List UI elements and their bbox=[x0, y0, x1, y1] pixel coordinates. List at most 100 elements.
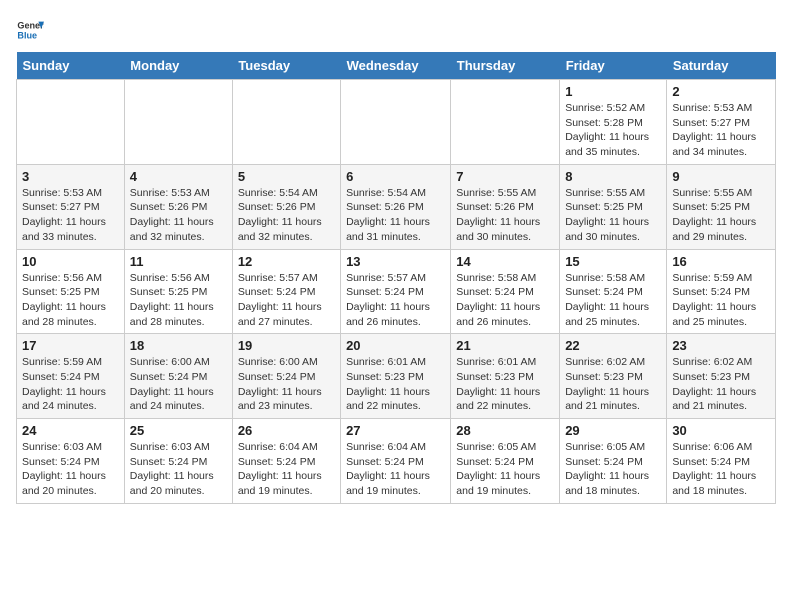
day-number: 16 bbox=[672, 254, 770, 269]
day-info: Sunrise: 5:53 AM Sunset: 5:27 PM Dayligh… bbox=[672, 101, 770, 160]
day-info: Sunrise: 6:06 AM Sunset: 5:24 PM Dayligh… bbox=[672, 440, 770, 499]
day-number: 9 bbox=[672, 169, 770, 184]
day-info: Sunrise: 6:05 AM Sunset: 5:24 PM Dayligh… bbox=[456, 440, 554, 499]
day-info: Sunrise: 5:54 AM Sunset: 5:26 PM Dayligh… bbox=[238, 186, 335, 245]
calendar-cell: 27 Sunrise: 6:04 AM Sunset: 5:24 PM Dayli… bbox=[341, 419, 451, 504]
day-number: 13 bbox=[346, 254, 445, 269]
day-info: Sunrise: 5:55 AM Sunset: 5:25 PM Dayligh… bbox=[672, 186, 770, 245]
day-info: Sunrise: 5:59 AM Sunset: 5:24 PM Dayligh… bbox=[22, 355, 119, 414]
day-info: Sunrise: 6:04 AM Sunset: 5:24 PM Dayligh… bbox=[346, 440, 445, 499]
col-header-sunday: Sunday bbox=[17, 52, 125, 80]
col-header-tuesday: Tuesday bbox=[232, 52, 340, 80]
calendar-cell: 8 Sunrise: 5:55 AM Sunset: 5:25 PM Daylig… bbox=[560, 164, 667, 249]
day-info: Sunrise: 5:57 AM Sunset: 5:24 PM Dayligh… bbox=[238, 271, 335, 330]
day-info: Sunrise: 6:03 AM Sunset: 5:24 PM Dayligh… bbox=[130, 440, 227, 499]
calendar-header-row: SundayMondayTuesdayWednesdayThursdayFrid… bbox=[17, 52, 776, 80]
day-info: Sunrise: 5:53 AM Sunset: 5:26 PM Dayligh… bbox=[130, 186, 227, 245]
day-info: Sunrise: 5:54 AM Sunset: 5:26 PM Dayligh… bbox=[346, 186, 445, 245]
day-number: 4 bbox=[130, 169, 227, 184]
calendar-cell: 16 Sunrise: 5:59 AM Sunset: 5:24 PM Dayli… bbox=[667, 249, 776, 334]
day-number: 25 bbox=[130, 423, 227, 438]
day-number: 28 bbox=[456, 423, 554, 438]
calendar-cell: 24 Sunrise: 6:03 AM Sunset: 5:24 PM Dayli… bbox=[17, 419, 125, 504]
day-info: Sunrise: 5:53 AM Sunset: 5:27 PM Dayligh… bbox=[22, 186, 119, 245]
calendar-cell: 26 Sunrise: 6:04 AM Sunset: 5:24 PM Dayli… bbox=[232, 419, 340, 504]
day-info: Sunrise: 6:02 AM Sunset: 5:23 PM Dayligh… bbox=[672, 355, 770, 414]
day-info: Sunrise: 5:55 AM Sunset: 5:26 PM Dayligh… bbox=[456, 186, 554, 245]
day-info: Sunrise: 5:56 AM Sunset: 5:25 PM Dayligh… bbox=[22, 271, 119, 330]
day-number: 24 bbox=[22, 423, 119, 438]
day-number: 29 bbox=[565, 423, 661, 438]
calendar-cell: 5 Sunrise: 5:54 AM Sunset: 5:26 PM Daylig… bbox=[232, 164, 340, 249]
calendar-cell: 11 Sunrise: 5:56 AM Sunset: 5:25 PM Dayli… bbox=[124, 249, 232, 334]
day-number: 23 bbox=[672, 338, 770, 353]
day-number: 3 bbox=[22, 169, 119, 184]
calendar-cell: 28 Sunrise: 6:05 AM Sunset: 5:24 PM Dayli… bbox=[451, 419, 560, 504]
calendar-week-3: 10Sunrise: 5:56 AM Sunset: 5:25 PM Dayli… bbox=[17, 249, 776, 334]
calendar-cell: 19Sunrise: 6:00 AM Sunset: 5:24 PM Dayli… bbox=[232, 334, 340, 419]
calendar-cell: 3 Sunrise: 5:53 AM Sunset: 5:27 PM Daylig… bbox=[17, 164, 125, 249]
svg-text:Blue: Blue bbox=[17, 30, 37, 40]
calendar-cell: 22Sunrise: 6:02 AM Sunset: 5:23 PM Dayli… bbox=[560, 334, 667, 419]
day-info: Sunrise: 5:56 AM Sunset: 5:25 PM Dayligh… bbox=[130, 271, 227, 330]
day-info: Sunrise: 5:59 AM Sunset: 5:24 PM Dayligh… bbox=[672, 271, 770, 330]
day-number: 20 bbox=[346, 338, 445, 353]
calendar-cell: 29Sunrise: 6:05 AM Sunset: 5:24 PM Dayli… bbox=[560, 419, 667, 504]
day-info: Sunrise: 5:58 AM Sunset: 5:24 PM Dayligh… bbox=[565, 271, 661, 330]
day-number: 5 bbox=[238, 169, 335, 184]
day-number: 1 bbox=[565, 84, 661, 99]
day-info: Sunrise: 6:00 AM Sunset: 5:24 PM Dayligh… bbox=[130, 355, 227, 414]
calendar-cell: 9 Sunrise: 5:55 AM Sunset: 5:25 PM Daylig… bbox=[667, 164, 776, 249]
calendar-cell: 7 Sunrise: 5:55 AM Sunset: 5:26 PM Daylig… bbox=[451, 164, 560, 249]
day-number: 8 bbox=[565, 169, 661, 184]
calendar-cell: 15 Sunrise: 5:58 AM Sunset: 5:24 PM Dayli… bbox=[560, 249, 667, 334]
calendar-cell bbox=[451, 80, 560, 165]
day-number: 2 bbox=[672, 84, 770, 99]
col-header-saturday: Saturday bbox=[667, 52, 776, 80]
day-number: 6 bbox=[346, 169, 445, 184]
calendar-cell: 23 Sunrise: 6:02 AM Sunset: 5:23 PM Dayli… bbox=[667, 334, 776, 419]
calendar-cell bbox=[17, 80, 125, 165]
day-info: Sunrise: 5:58 AM Sunset: 5:24 PM Dayligh… bbox=[456, 271, 554, 330]
day-number: 18 bbox=[130, 338, 227, 353]
day-number: 27 bbox=[346, 423, 445, 438]
calendar-cell: 2 Sunrise: 5:53 AM Sunset: 5:27 PM Daylig… bbox=[667, 80, 776, 165]
calendar-cell: 1 Sunrise: 5:52 AM Sunset: 5:28 PM Daylig… bbox=[560, 80, 667, 165]
calendar-cell: 4 Sunrise: 5:53 AM Sunset: 5:26 PM Daylig… bbox=[124, 164, 232, 249]
calendar-week-4: 17Sunrise: 5:59 AM Sunset: 5:24 PM Dayli… bbox=[17, 334, 776, 419]
day-number: 26 bbox=[238, 423, 335, 438]
day-info: Sunrise: 6:03 AM Sunset: 5:24 PM Dayligh… bbox=[22, 440, 119, 499]
calendar-cell: 20 Sunrise: 6:01 AM Sunset: 5:23 PM Dayli… bbox=[341, 334, 451, 419]
header: General Blue bbox=[16, 16, 776, 44]
day-number: 22 bbox=[565, 338, 661, 353]
calendar-cell: 6 Sunrise: 5:54 AM Sunset: 5:26 PM Daylig… bbox=[341, 164, 451, 249]
day-number: 15 bbox=[565, 254, 661, 269]
calendar-cell bbox=[341, 80, 451, 165]
calendar-week-2: 3 Sunrise: 5:53 AM Sunset: 5:27 PM Daylig… bbox=[17, 164, 776, 249]
calendar-cell: 25 Sunrise: 6:03 AM Sunset: 5:24 PM Dayli… bbox=[124, 419, 232, 504]
col-header-friday: Friday bbox=[560, 52, 667, 80]
logo: General Blue bbox=[16, 16, 48, 44]
calendar-week-1: 1 Sunrise: 5:52 AM Sunset: 5:28 PM Daylig… bbox=[17, 80, 776, 165]
calendar-cell: 14 Sunrise: 5:58 AM Sunset: 5:24 PM Dayli… bbox=[451, 249, 560, 334]
day-number: 14 bbox=[456, 254, 554, 269]
day-info: Sunrise: 5:52 AM Sunset: 5:28 PM Dayligh… bbox=[565, 101, 661, 160]
calendar-week-5: 24 Sunrise: 6:03 AM Sunset: 5:24 PM Dayli… bbox=[17, 419, 776, 504]
day-info: Sunrise: 6:04 AM Sunset: 5:24 PM Dayligh… bbox=[238, 440, 335, 499]
day-info: Sunrise: 6:01 AM Sunset: 5:23 PM Dayligh… bbox=[456, 355, 554, 414]
col-header-monday: Monday bbox=[124, 52, 232, 80]
calendar-cell: 13Sunrise: 5:57 AM Sunset: 5:24 PM Dayli… bbox=[341, 249, 451, 334]
day-number: 21 bbox=[456, 338, 554, 353]
calendar-cell: 17Sunrise: 5:59 AM Sunset: 5:24 PM Dayli… bbox=[17, 334, 125, 419]
col-header-wednesday: Wednesday bbox=[341, 52, 451, 80]
calendar-cell: 18 Sunrise: 6:00 AM Sunset: 5:24 PM Dayli… bbox=[124, 334, 232, 419]
calendar-cell bbox=[124, 80, 232, 165]
calendar-cell: 10Sunrise: 5:56 AM Sunset: 5:25 PM Dayli… bbox=[17, 249, 125, 334]
day-number: 7 bbox=[456, 169, 554, 184]
day-number: 11 bbox=[130, 254, 227, 269]
day-info: Sunrise: 5:55 AM Sunset: 5:25 PM Dayligh… bbox=[565, 186, 661, 245]
day-info: Sunrise: 6:00 AM Sunset: 5:24 PM Dayligh… bbox=[238, 355, 335, 414]
day-info: Sunrise: 6:01 AM Sunset: 5:23 PM Dayligh… bbox=[346, 355, 445, 414]
calendar-cell bbox=[232, 80, 340, 165]
calendar-table: SundayMondayTuesdayWednesdayThursdayFrid… bbox=[16, 52, 776, 504]
